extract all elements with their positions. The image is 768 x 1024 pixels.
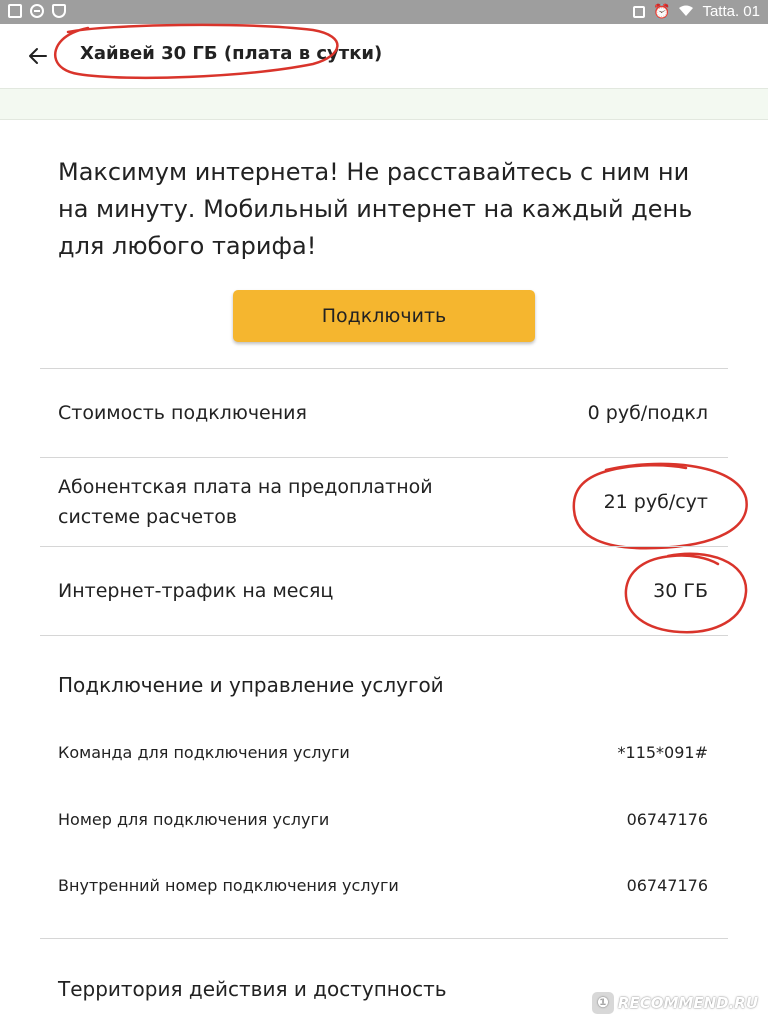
management-label-internal-number: Внутренний номер подключения услуги (58, 876, 399, 895)
status-bar-time: Tatta. 01 (702, 3, 760, 20)
back-button[interactable] (22, 40, 54, 72)
param-value-subscription-fee: 21 руб/сут (603, 491, 708, 513)
alarm-icon: ⏰ (653, 3, 671, 19)
shield-icon (52, 4, 66, 18)
app-bar: Хайвей 30 ГБ (плата в сутки) (0, 24, 768, 88)
param-label-connection-cost: Стоимость подключения (58, 402, 307, 424)
management-value-number[interactable]: 06747176 (627, 810, 708, 829)
section-title-territory[interactable]: Территория действия и доступность (58, 977, 447, 1001)
section-title-management: Подключение и управление услугой (58, 673, 444, 697)
recommend-logo-icon: ❶ (591, 992, 614, 1014)
management-value-command[interactable]: *115*091# (618, 743, 708, 762)
divider (40, 457, 728, 458)
watermark: ❶ RECOMMEND.RU (591, 992, 758, 1014)
status-bar-notification-icons (8, 4, 66, 18)
header-divider-stripe (0, 88, 768, 120)
watermark-text: RECOMMEND.RU (617, 994, 758, 1012)
battery-saver-icon (633, 5, 646, 18)
do-not-disturb-icon (30, 4, 44, 18)
status-bar-system-icons: ⏰ Tatta. 01 (633, 3, 760, 20)
divider (40, 546, 728, 547)
status-bar: ⏰ Tatta. 01 (0, 0, 768, 24)
arrow-left-icon (29, 48, 47, 64)
management-label-command: Команда для подключения услуги (58, 743, 350, 762)
service-description: Максимум интернета! Не расставайтесь с н… (58, 158, 693, 260)
divider (40, 635, 728, 636)
page-title: Хайвей 30 ГБ (плата в сутки) (80, 43, 383, 64)
image-icon (8, 4, 22, 18)
param-value-internet-traffic: 30 ГБ (653, 580, 708, 602)
management-value-internal-number[interactable]: 06747176 (627, 876, 708, 895)
connect-button[interactable]: Подключить (233, 290, 535, 342)
management-label-number: Номер для подключения услуги (58, 810, 330, 829)
divider (40, 938, 728, 939)
wifi-icon (678, 4, 694, 20)
param-label-subscription-fee: Абонентская плата на предоплатной систем… (58, 476, 433, 528)
param-value-connection-cost: 0 руб/подкл (587, 402, 708, 424)
param-label-internet-traffic: Интернет-трафик на месяц (58, 580, 334, 602)
divider (40, 368, 728, 369)
